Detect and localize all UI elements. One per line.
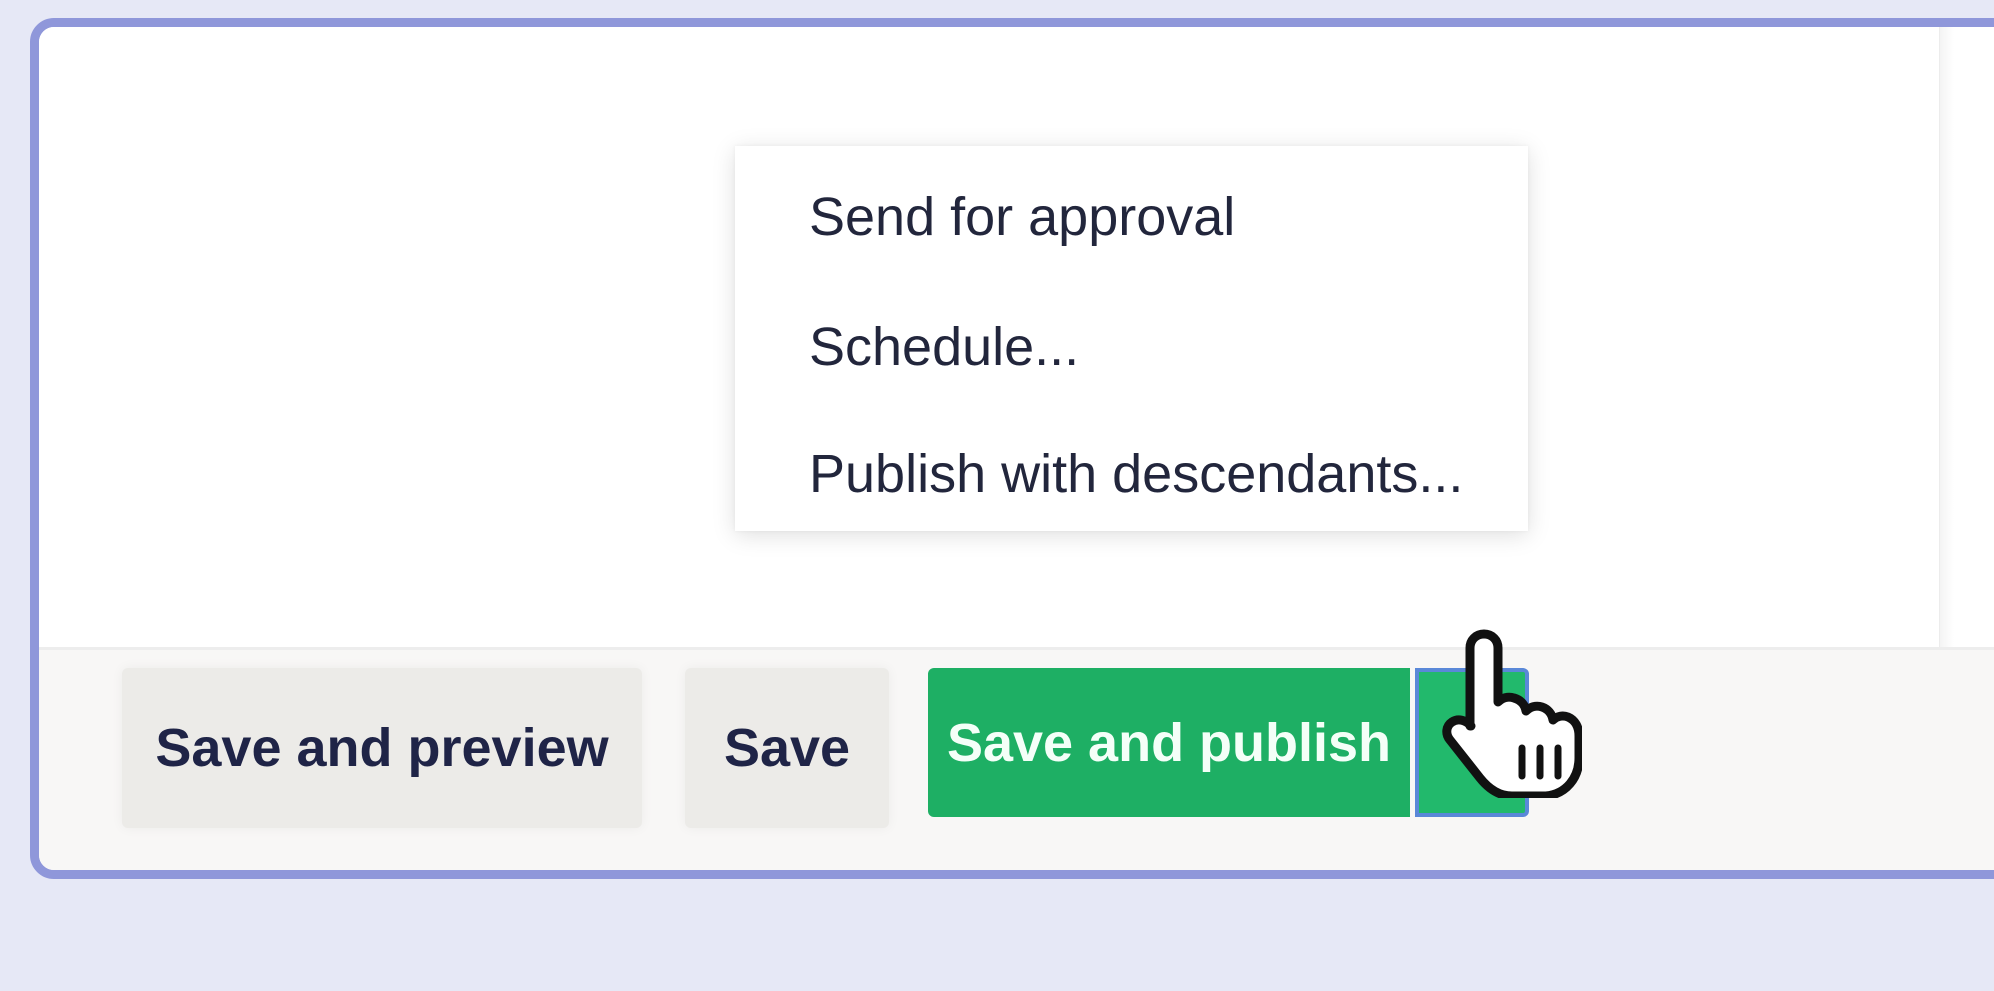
menu-item-send-for-approval[interactable]: Send for approval [809, 186, 1235, 248]
save-and-preview-button[interactable]: Save and preview [122, 668, 642, 828]
hand-pointer-icon [1442, 629, 1582, 798]
save-and-publish-label: Save and publish [946, 712, 1392, 773]
save-and-preview-label: Save and preview [155, 718, 609, 778]
publish-options-menu: Send for approval Schedule... Publish wi… [735, 146, 1528, 531]
save-and-publish-button[interactable]: Save and publish [928, 668, 1410, 817]
save-label: Save [723, 718, 851, 778]
menu-item-publish-with-descendants[interactable]: Publish with descendants... [809, 443, 1463, 505]
side-panel-edge [1939, 27, 1980, 667]
save-button[interactable]: Save [685, 668, 889, 828]
menu-item-schedule[interactable]: Schedule... [809, 316, 1079, 378]
